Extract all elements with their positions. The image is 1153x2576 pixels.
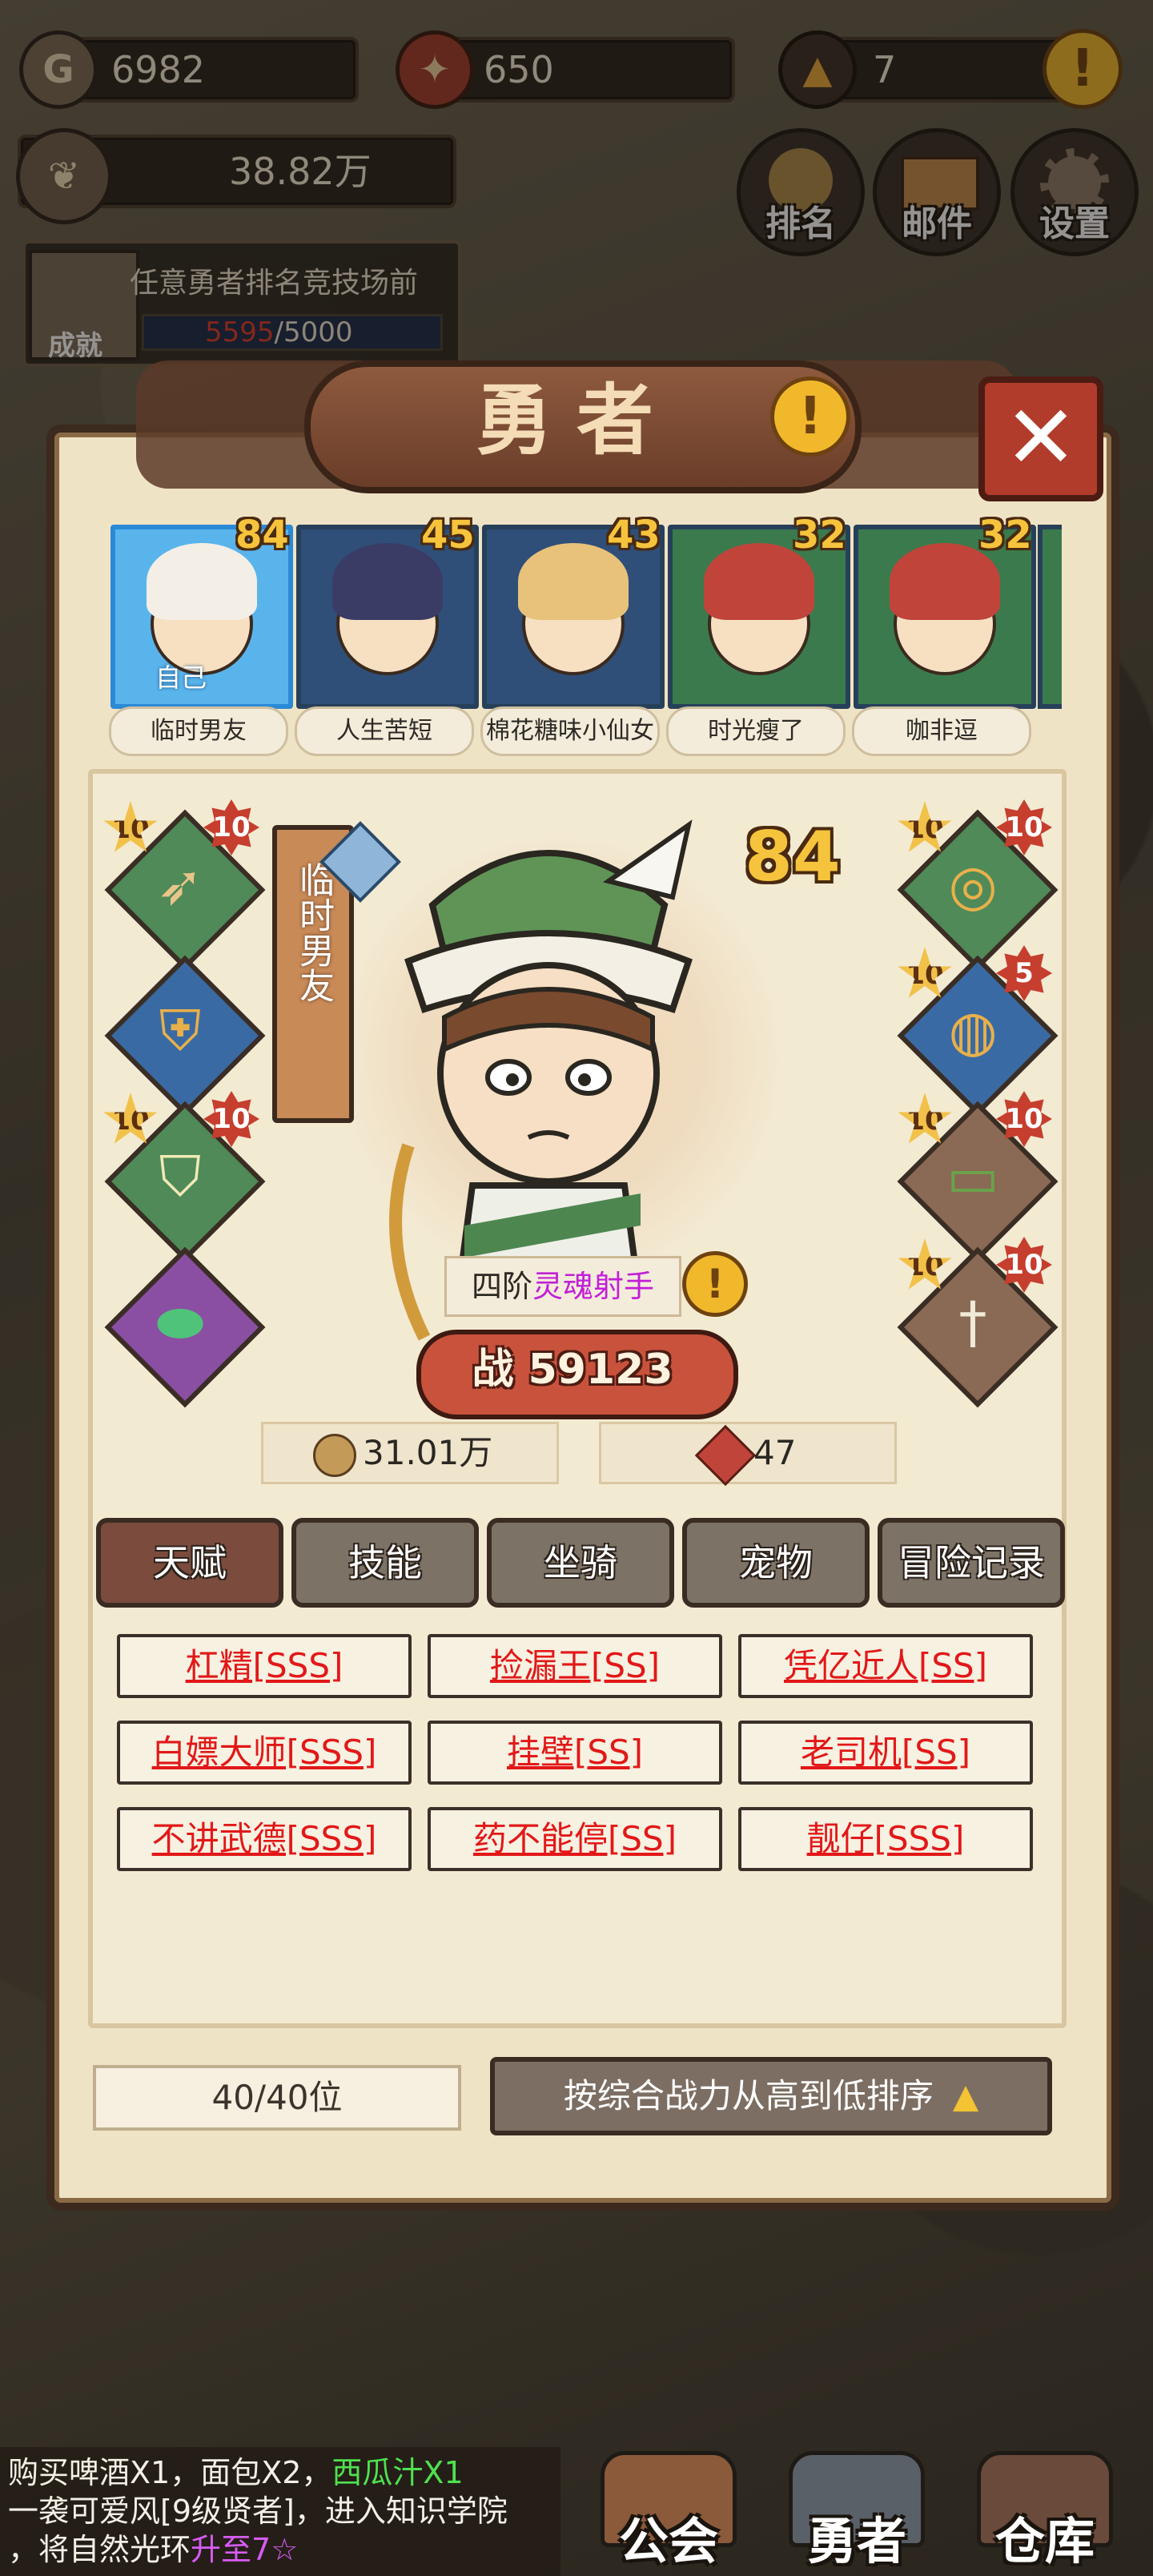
tab-adventure-log[interactable]: 冒险记录 xyxy=(878,1518,1065,1608)
class-name: 灵魂射手 xyxy=(532,1269,655,1304)
self-tag: 自己 xyxy=(155,662,207,693)
rank-badge: 5 xyxy=(996,945,1052,1001)
chat-line: 购买啤酒X1，面包X2， xyxy=(8,2455,332,2490)
close-button[interactable]: ✕ xyxy=(978,376,1103,501)
class-tier: 四阶 xyxy=(471,1269,532,1304)
rank-badge: 10 xyxy=(996,799,1052,855)
sort-label: 按综合战力从高到低排序 xyxy=(563,2076,934,2115)
talent-item[interactable]: 捡漏王[SS] xyxy=(428,1634,722,1698)
nav-warehouse-label: 仓库 xyxy=(994,2512,1095,2570)
class-info-icon[interactable]: ! xyxy=(682,1251,748,1317)
hero-count: 40/40位 xyxy=(93,2065,461,2131)
boots-icon: ⬬ xyxy=(156,1289,204,1355)
sort-button[interactable]: 按综合战力从高到低排序 ▲ xyxy=(490,2057,1052,2135)
hero-level: 45 xyxy=(421,513,475,557)
rank-badge: 10 xyxy=(203,799,259,855)
arrow-up-icon: ▲ xyxy=(952,2076,979,2115)
talent-item[interactable]: 药不能停[SS] xyxy=(428,1807,722,1871)
talent-item[interactable]: 挂壁[SS] xyxy=(428,1721,722,1785)
hero-level: 43 xyxy=(607,513,661,557)
power-label: 战 xyxy=(472,1346,514,1394)
talent-item[interactable]: 不讲武德[SSS] xyxy=(117,1807,412,1871)
talent-item[interactable]: 凭亿近人[SS] xyxy=(738,1634,1033,1698)
nav-guild[interactable]: 公会 xyxy=(576,2451,761,2576)
talent-item[interactable]: 靓仔[SSS] xyxy=(738,1807,1033,1871)
nav-warehouse[interactable]: 仓库 xyxy=(953,2451,1137,2576)
banner-name: 临时男友 xyxy=(293,862,334,1003)
selected-hero-level: 84 xyxy=(745,817,841,897)
tab-pet[interactable]: 宠物 xyxy=(682,1518,870,1608)
nav-heroes-label: 勇者 xyxy=(806,2512,906,2570)
hero-level: 32 xyxy=(793,513,846,557)
coin-icon xyxy=(313,1434,356,1477)
talent-item[interactable]: 杠精[SSS] xyxy=(117,1634,412,1698)
rank-badge: 10 xyxy=(996,1237,1052,1293)
talent-item[interactable]: 白嫖大师[SSS] xyxy=(117,1721,412,1785)
hero-power: 战 59123 xyxy=(416,1330,729,1410)
rank-badge: 10 xyxy=(996,1091,1052,1147)
hero-card-partial[interactable] xyxy=(1038,525,1062,709)
talent-item[interactable]: 老司机[SS] xyxy=(738,1721,1033,1785)
tab-mount[interactable]: 坐骑 xyxy=(487,1518,674,1608)
chat-log[interactable]: 购买啤酒X1，面包X2，西瓜汁X1 一袭可爱风[9级贤者]，进入知识学院 ，将自… xyxy=(0,2447,560,2576)
power-value: 59123 xyxy=(528,1346,673,1394)
chat-highlight: 西瓜汁X1 xyxy=(331,2455,464,2490)
rank-badge: 10 xyxy=(203,1091,259,1147)
hero-class: 四阶灵魂射手 xyxy=(444,1256,681,1317)
gem-stat: 47 xyxy=(599,1422,897,1487)
gem-small-icon xyxy=(694,1424,757,1487)
info-icon[interactable]: ! xyxy=(770,376,850,457)
hero-name-1: 临时男友 xyxy=(109,706,288,756)
nav-guild-label: 公会 xyxy=(618,2512,718,2570)
chat-line: ，将自然光环 xyxy=(8,2532,191,2567)
armor-icon: ⛨ xyxy=(159,997,202,1064)
gem-stat-value: 47 xyxy=(753,1433,797,1472)
tab-skill[interactable]: 技能 xyxy=(291,1518,479,1608)
nav-heroes[interactable]: 勇者 xyxy=(765,2451,949,2576)
hero-name-5: 咖非逗 xyxy=(852,706,1031,756)
panel-title: 勇者 xyxy=(476,375,677,465)
chat-line: 一袭可爱风[9级贤者]，进入知识学院 xyxy=(8,2493,508,2529)
hero-name-4: 时光瘦了 xyxy=(666,706,846,756)
hero-level: 32 xyxy=(978,513,1032,557)
hero-name-3: 棉花糖味小仙女 xyxy=(480,706,660,756)
chat-highlight: 升至7☆ xyxy=(191,2532,299,2567)
hero-level: 84 xyxy=(235,513,289,557)
hero-name-2: 人生苦短 xyxy=(295,706,474,756)
gold-stat-value: 31.01万 xyxy=(363,1433,493,1472)
gold-stat: 31.01万 xyxy=(261,1422,559,1484)
tab-talent[interactable]: 天赋 xyxy=(96,1518,283,1608)
